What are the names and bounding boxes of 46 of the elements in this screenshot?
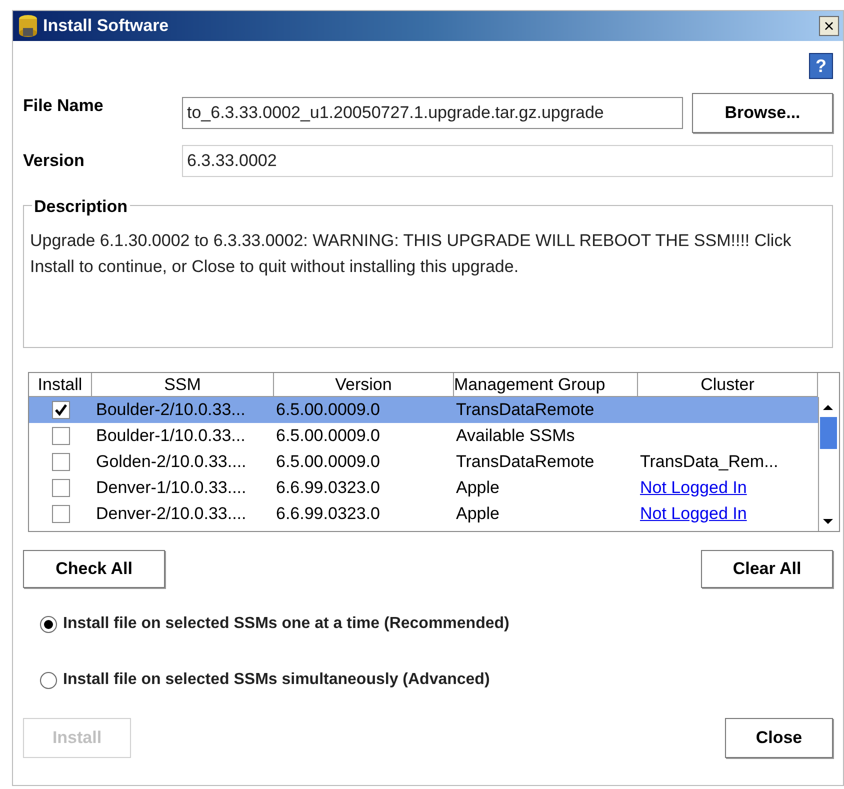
- cluster-link[interactable]: Not Logged In: [640, 504, 747, 524]
- table-cell-text: 6.5.00.0009.0: [275, 451, 381, 474]
- check-all-button[interactable]: Check All: [23, 550, 165, 588]
- checkbox[interactable]: [52, 453, 70, 471]
- table-cell-text: Denver-1/10.0.33....: [95, 477, 248, 500]
- table-cell-text: Apple: [455, 503, 500, 526]
- checkmark-icon: [54, 404, 66, 416]
- radio-option[interactable]: Install file on selected SSMs simultaneously (Advanced): [40, 668, 833, 692]
- table-cell-text: 6.6.99.0323.0: [275, 503, 381, 526]
- radio-option[interactable]: Install file on selected SSMs one at a time (Recommended): [40, 612, 833, 636]
- radio-label: Install file on selected SSMs simultaneously (Advanced): [63, 670, 490, 690]
- description-text: Upgrade 6.1.30.0002 to 6.3.33.0002: WARNING: THIS UPGRADE WILL REBOOT THE SSM!!!! Click Install to continue, or Close to quit without installing this upgrade.: [30, 230, 792, 278]
- table-cell-text: 6.5.00.0009.0: [275, 425, 381, 448]
- close-button[interactable]: ×: [819, 16, 839, 36]
- table-cell-text: Apple: [455, 477, 500, 500]
- close-window-button[interactable]: Close: [725, 718, 833, 758]
- file-name-field[interactable]: to_6.3.33.0002_u1.20050727.1.upgrade.tar.gz.upgrade: [182, 97, 683, 129]
- table-cell-text: 6.6.99.0323.0: [275, 477, 381, 500]
- field-label: File Name: [23, 95, 104, 118]
- checkbox[interactable]: [52, 505, 70, 523]
- checkbox[interactable]: [52, 479, 70, 497]
- window-title: Install Software: [43, 15, 170, 38]
- database-icon: [17, 14, 39, 38]
- table-cell-text: TransDataRemote: [455, 399, 596, 422]
- table-cell-text: Available SSMs: [455, 425, 576, 448]
- table-cell-text: Golden-2/10.0.33....: [95, 451, 248, 474]
- cluster-link[interactable]: Not Logged In: [640, 478, 747, 498]
- table-cell-text: TransDataRemote: [455, 451, 596, 474]
- table-cell: TransData_Rem...: [640, 452, 778, 472]
- help-button[interactable]: ?: [809, 53, 833, 79]
- checkbox[interactable]: [52, 427, 70, 445]
- radio-label: Install file on selected SSMs one at a time (Recommended): [63, 614, 510, 634]
- checkbox[interactable]: [52, 401, 70, 419]
- version-field[interactable]: 6.3.33.0002: [182, 145, 833, 177]
- scrollbar[interactable]: [818, 397, 838, 531]
- table-cell-text: Denver-2/10.0.33....: [95, 503, 248, 526]
- table-row[interactable]: Boulder-2/10.0.33... 6.5.00.0009.0 TransDataRemote: [29, 397, 818, 423]
- field-label: Version: [23, 150, 86, 172]
- table-cell-text: Boulder-2/10.0.33...: [95, 399, 246, 422]
- table-cell-text: 6.5.00.0009.0: [275, 399, 381, 422]
- clear-all-button[interactable]: Clear All: [701, 550, 833, 588]
- radio-button[interactable]: [40, 616, 57, 632]
- table-cell-text: Boulder-1/10.0.33...: [95, 425, 246, 448]
- browse-button[interactable]: Browse...: [692, 93, 833, 133]
- radio-button[interactable]: [40, 672, 57, 688]
- scroll-thumb[interactable]: [820, 417, 837, 449]
